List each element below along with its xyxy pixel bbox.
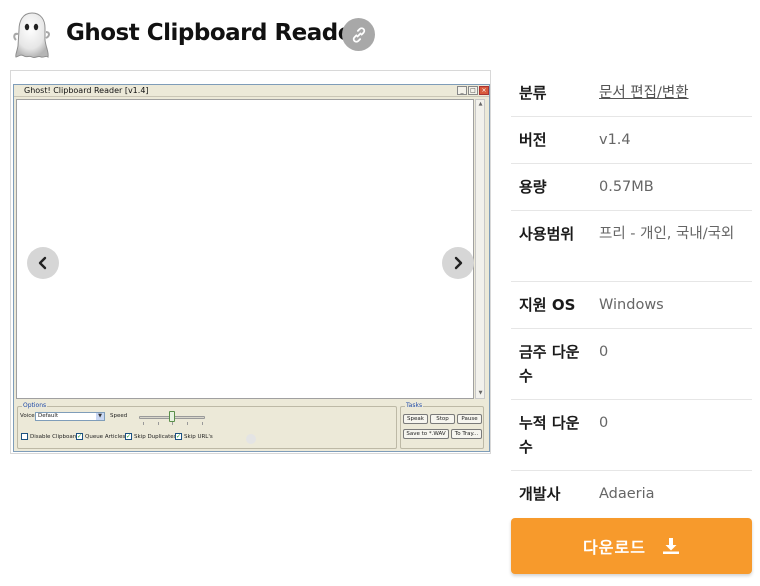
download-icon [662, 538, 679, 554]
maximize-icon: □ [468, 86, 478, 95]
info-row-developer: 개발사 Adaeria [511, 471, 752, 518]
minimize-icon: _ [457, 86, 467, 95]
link-icon [352, 26, 365, 43]
info-row-category: 분류 문서 편집/변환 [511, 70, 752, 117]
checkbox-label: Skip URL's [184, 434, 213, 440]
tasks-group: Tasks Speak Stop Pause Save to *.WAV To … [400, 402, 484, 449]
info-row-size: 용량 0.57MB [511, 164, 752, 211]
category-link[interactable]: 문서 편집/변환 [599, 81, 752, 116]
screenshot-carousel: Ghost! Clipboard Reader [v1.4] _ □ × ▲ ▼… [10, 70, 491, 454]
tasks-label: Tasks [405, 402, 424, 410]
to-tray-button: To Tray... [451, 429, 482, 439]
window-titlebar: Ghost! Clipboard Reader [v1.4] _ □ × [14, 85, 489, 97]
options-label: Options [22, 402, 48, 410]
chevron-left-icon [38, 256, 47, 270]
ghost-icon [12, 10, 52, 60]
info-key: 사용범위 [519, 225, 575, 243]
info-value: 0 [599, 415, 609, 431]
speak-button: Speak [403, 414, 428, 424]
scrollbar: ▲ ▼ [475, 99, 485, 399]
checkbox-label: Queue Articles [85, 434, 126, 440]
slider-tick [187, 422, 188, 425]
speed-label: Speed [110, 413, 128, 419]
info-value: 0.57MB [599, 179, 654, 195]
text-area [16, 99, 474, 399]
checkbox-label: Disable Clipboard [30, 434, 79, 440]
page-title: Ghost Clipboard Reader [66, 20, 364, 46]
info-key: 누적 다운수 [519, 414, 580, 456]
info-row-license: 사용범위 프리 - 개인, 국내/국외 [511, 211, 752, 282]
scroll-up-icon: ▲ [478, 101, 483, 107]
slider-tick [202, 422, 203, 425]
save-wav-button: Save to *.WAV [403, 429, 449, 439]
info-value: Windows [599, 297, 664, 313]
info-row-os: 지원 OS Windows [511, 282, 752, 329]
checkbox-queue-articles: ✓ [76, 433, 83, 440]
info-value: Adaeria [599, 486, 655, 502]
info-value: 0 [599, 344, 609, 360]
options-group: Options Voice Default ▼ Speed Disable Cl… [17, 402, 397, 449]
carousel-dot[interactable] [246, 434, 256, 444]
info-key: 지원 OS [519, 296, 576, 314]
next-screenshot-button[interactable] [442, 247, 474, 279]
info-value: 프리 - 개인, 국내/국외 [599, 226, 735, 242]
info-key: 버전 [519, 131, 547, 149]
chevron-down-icon: ▼ [96, 413, 104, 420]
info-value: v1.4 [599, 132, 631, 148]
checkbox-skip-duplicates: ✓ [125, 433, 132, 440]
scroll-down-icon: ▼ [478, 390, 483, 396]
info-key: 용량 [519, 178, 547, 196]
download-button[interactable]: 다운로드 [511, 518, 752, 574]
slider-tick [143, 422, 144, 425]
slider-tick [172, 422, 173, 425]
pause-button: Pause [457, 414, 482, 424]
copy-link-button[interactable] [342, 18, 375, 51]
speed-slider-thumb [169, 411, 175, 422]
app-window-screenshot: Ghost! Clipboard Reader [v1.4] _ □ × ▲ ▼… [13, 84, 490, 452]
info-row-weekly-downloads: 금주 다운수 0 [511, 329, 752, 400]
info-key: 개발사 [519, 485, 561, 503]
checkbox-disable-clipboard [21, 433, 28, 440]
info-key: 금주 다운수 [519, 343, 580, 385]
info-row-total-downloads: 누적 다운수 0 [511, 400, 752, 471]
info-row-version: 버전 v1.4 [511, 117, 752, 164]
window-title: Ghost! Clipboard Reader [v1.4] [24, 86, 149, 95]
voice-select: Default ▼ [35, 412, 105, 421]
checkbox-label: Skip Duplicates [134, 434, 177, 440]
voice-value: Default [38, 413, 59, 419]
info-key: 분류 [519, 84, 547, 102]
checkbox-skip-urls: ✓ [175, 433, 182, 440]
stop-button: Stop [430, 414, 455, 424]
download-label: 다운로드 [583, 538, 646, 557]
voice-label: Voice [20, 413, 35, 419]
info-table: 분류 문서 편집/변환 버전 v1.4 용량 0.57MB 사용범위 프리 - … [511, 70, 752, 518]
slider-tick [158, 422, 159, 425]
chevron-right-icon [454, 256, 463, 270]
prev-screenshot-button[interactable] [27, 247, 59, 279]
close-icon: × [479, 86, 489, 95]
